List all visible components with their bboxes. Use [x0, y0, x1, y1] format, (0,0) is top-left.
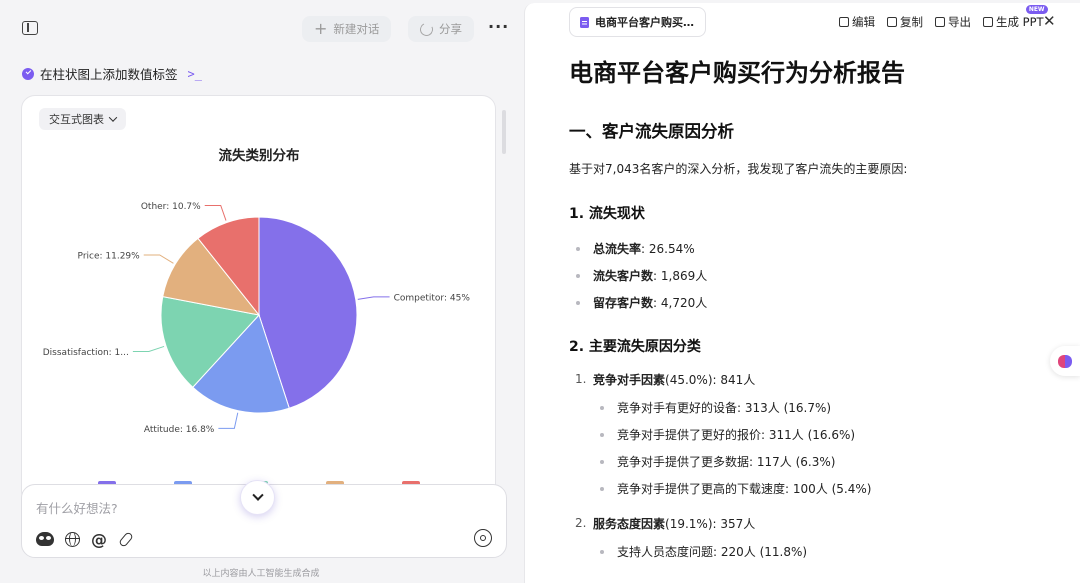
generate-ppt-label: 生成 PPT [996, 15, 1044, 29]
chart-mode-label: 交互式图表 [49, 113, 104, 126]
leader-line [143, 254, 174, 264]
edit-label: 编辑 [852, 15, 875, 29]
panda-icon [36, 532, 54, 546]
list-item: 竞争对手提供了更多数据: 117人 (6.3%) [593, 448, 1049, 475]
composer-tools: @ [36, 529, 135, 549]
share-label: 分享 [439, 22, 462, 36]
new-chat-button[interactable]: + 新建对话 [302, 16, 392, 42]
list-item: 留存客户数: 4,720人 [569, 289, 1049, 316]
export-button[interactable]: 导出 [935, 14, 971, 30]
item-label: 留存客户数 [593, 296, 654, 310]
chart-mode-dropdown[interactable]: 交互式图表 [39, 108, 126, 130]
leader-line [132, 345, 165, 352]
attach-button[interactable] [117, 530, 135, 548]
share-button[interactable]: 分享 [408, 16, 474, 42]
section-heading: 一、客户流失原因分析 [569, 122, 734, 141]
more-menu-icon[interactable]: ··· [488, 17, 509, 36]
slice-label: Other: 10.7% [141, 202, 201, 212]
ppt-icon [983, 17, 993, 27]
item-label: 竞争对手因素 [593, 372, 666, 387]
agent-button[interactable] [36, 530, 54, 548]
stop-button[interactable] [474, 529, 492, 547]
attitude-sublist: 支持人员态度问题: 220人 (11.8%) [593, 538, 1049, 565]
document-icon [580, 16, 589, 28]
chart-card: 流失类别分布 Competitor: 45% Attitude: 16.8% Diss… [21, 95, 496, 505]
item-value: : 4,720人 [653, 296, 708, 310]
task-status[interactable]: 在柱状图上添加数值标签 >_ [22, 64, 202, 83]
list-item: 竞争对手提供了更好的报价: 311人 (16.6%) [593, 421, 1049, 448]
item-value: : 26.54% [641, 241, 695, 256]
subsection-heading-status: 1. 流失现状 [569, 206, 645, 222]
slice-label: Attitude: 16.8% [144, 425, 215, 435]
generate-ppt-button[interactable]: 生成 PPT NEW [983, 5, 1048, 30]
document-title: 电商平台客户购买行为分析报告 [569, 59, 905, 87]
ordered-item: 1. 竞争对手因素 (45.0%): 841人 [569, 364, 1049, 394]
export-icon [935, 17, 945, 27]
status-list: 总流失率: 26.54% 流失客户数: 1,869人 留存客户数: 4,720人 [569, 235, 1049, 316]
ordered-item: 2. 服务态度因素 (19.1%): 357人 [569, 508, 1049, 538]
share-icon [418, 20, 435, 38]
ai-disclaimer: 以上内容由人工智能生成合成 [202, 569, 320, 579]
edit-icon [839, 17, 849, 27]
document-actions: 编辑 复制 导出 生成 PPT NEW [839, 5, 1048, 30]
check-circle-icon [22, 67, 34, 80]
item-number: 2. [575, 516, 587, 530]
web-search-button[interactable] [63, 530, 81, 548]
list-item: 支持人员态度问题: 220人 (11.8%) [593, 538, 1049, 565]
new-chat-label: 新建对话 [333, 22, 380, 36]
document-pane: 电商平台客户购买… 编辑 复制 导出 生成 PPT NEW ✕ 电商平台客户购买行… [524, 3, 1080, 583]
subsection-heading-reasons: 2. 主要流失原因分类 [569, 339, 701, 355]
list-item: 流失客户数: 1,869人 [569, 262, 1049, 289]
list-item: 总流失率: 26.54% [569, 235, 1049, 262]
chart-scrollbar[interactable] [502, 110, 506, 154]
edit-button[interactable]: 编辑 [839, 14, 875, 30]
leader-line [204, 204, 227, 221]
assistant-float-button[interactable] [1050, 346, 1080, 376]
item-label: 流失客户数 [593, 269, 654, 283]
document-body: 电商平台客户购买行为分析报告 一、客户流失原因分析 基于对7,043名客户的深入… [569, 53, 1049, 571]
chart-title: 流失类别分布 [219, 147, 300, 164]
list-item: 竞争对手有更好的设备: 313人 (16.7%) [593, 394, 1049, 421]
item-label: 服务态度因素 [593, 516, 666, 531]
close-icon[interactable]: ✕ [1043, 12, 1056, 30]
leader-line [218, 412, 239, 429]
task-title: 在柱状图上添加数值标签 [40, 67, 178, 82]
item-number: 1. [575, 372, 587, 386]
chat-topbar: + 新建对话 分享 ··· [0, 0, 522, 56]
chat-pane: + 新建对话 分享 ··· 在柱状图上添加数值标签 >_ 流失类别分布 Compe… [0, 0, 522, 583]
stop-icon [480, 535, 486, 541]
list-item: 竞争对手提供了更高的下载速度: 100人 (5.4%) [593, 475, 1049, 502]
slice-label: Dissatisfaction: 1... [43, 348, 129, 358]
item-value: : 1,869人 [653, 269, 708, 283]
slice-label: Price: 11.29% [78, 251, 141, 261]
brain-icon [1058, 354, 1072, 368]
item-value: (19.1%): 357人 [665, 516, 756, 531]
copy-button[interactable]: 复制 [887, 14, 923, 30]
export-label: 导出 [948, 15, 971, 29]
item-label: 总流失率 [593, 242, 642, 256]
competitor-sublist: 竞争对手有更好的设备: 313人 (16.7%) 竞争对手提供了更好的报价: 3… [593, 394, 1049, 502]
leader-line [357, 296, 390, 300]
pie-chart: 流失类别分布 Competitor: 45% Attitude: 16.8% Diss… [43, 147, 471, 489]
paperclip-icon [118, 530, 134, 548]
terminal-icon: >_ [187, 66, 202, 81]
globe-icon [64, 531, 80, 547]
copy-label: 复制 [900, 15, 923, 29]
intro-paragraph: 基于对7,043名客户的深入分析，我发现了客户流失的主要原因: [569, 162, 908, 176]
copy-icon [887, 17, 897, 27]
slice-label: Competitor: 45% [394, 293, 471, 303]
document-tab[interactable]: 电商平台客户购买… [569, 7, 706, 37]
mention-button[interactable]: @ [90, 529, 108, 549]
plus-icon: + [314, 19, 328, 38]
item-value: (45.0%): 841人 [665, 372, 756, 387]
chevron-down-icon [251, 489, 264, 501]
chevron-down-icon [108, 113, 118, 122]
sidebar-toggle-icon[interactable] [22, 21, 38, 35]
at-icon: @ [91, 529, 107, 549]
scroll-down-button[interactable] [240, 480, 275, 515]
document-tab-title: 电商平台客户购买… [595, 16, 694, 29]
